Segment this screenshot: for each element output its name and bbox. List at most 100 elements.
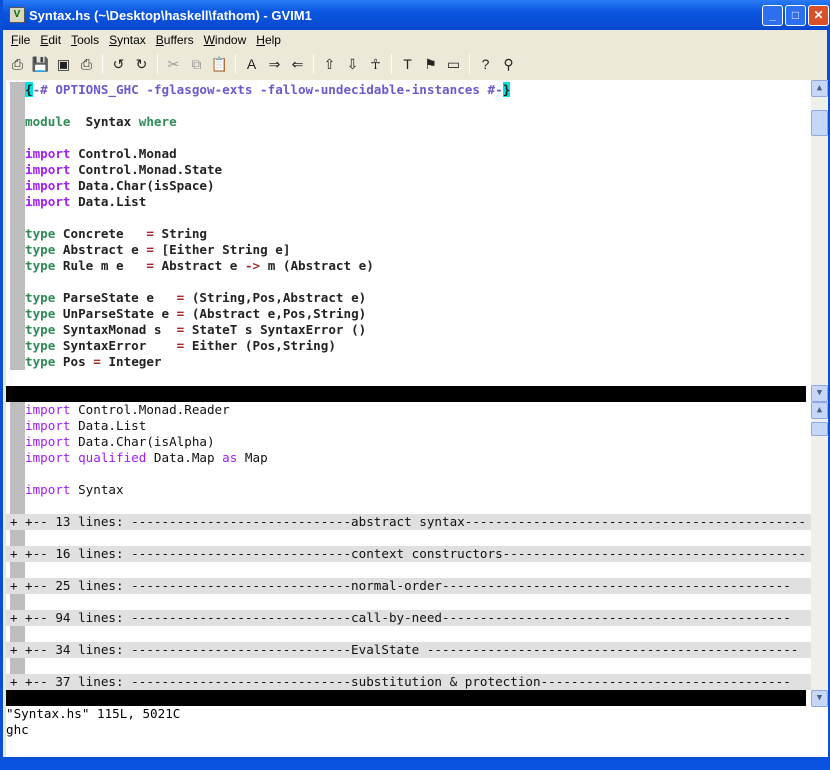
status-position: 12,8 (662, 722, 693, 737)
code-line: type SyntaxMonad s = StateT s SyntaxErro… (6, 322, 811, 338)
code-token: Data.List (70, 194, 147, 209)
code-token: -> (244, 258, 261, 273)
fold-line: + +-- 25 lines: -------------------------… (6, 578, 811, 594)
help-icon[interactable]: ? (474, 53, 497, 75)
find-next-icon[interactable]: ⇒ (263, 53, 286, 75)
code-token: Integer (100, 354, 162, 369)
code-token: (String,Pos,Abstract e) (184, 290, 367, 305)
maximize-button[interactable]: □ (785, 5, 806, 26)
scroll-up-icon[interactable]: ▲ (811, 80, 828, 97)
code-token: Data.Char(isSpace) (70, 178, 215, 193)
code-token: type (25, 242, 56, 257)
close-button[interactable]: ✕ (808, 5, 829, 26)
run-script-icon[interactable]: ☥ (364, 53, 387, 75)
menu-buffers[interactable]: Buffers (151, 33, 199, 47)
code-line: import Data.Char(isSpace) (6, 178, 811, 194)
scroll-down-icon[interactable]: ▼ (811, 385, 828, 402)
jump-tag-icon[interactable]: ▭ (442, 53, 465, 75)
code-token: = (146, 242, 154, 257)
save-all-icon[interactable]: ▣ (52, 53, 75, 75)
fold-marker-icon[interactable]: + (10, 578, 25, 594)
code-token: type (25, 354, 56, 369)
fold-marker-icon[interactable]: + (10, 642, 25, 658)
fold-marker-icon[interactable]: + (10, 674, 25, 690)
code-line: type UnParseState e = (Abstract e,Pos,St… (6, 306, 811, 322)
code-token: Syntax (70, 482, 124, 497)
code-token: m (Abstract e) (260, 258, 374, 273)
editor-area[interactable]: {-# OPTIONS_GHC -fglasgow-exts -fallow-u… (6, 80, 828, 757)
gvim-window: V Syntax.hs (~\Desktop\haskell\fathom) -… (0, 0, 830, 760)
fold-marker-icon[interactable]: + (10, 514, 25, 530)
code-token: import (25, 178, 71, 193)
fold-line: + +-- 94 lines: -------------------------… (6, 610, 811, 626)
code-line: type Concrete = String (6, 226, 811, 242)
paste-icon[interactable]: 📋 (208, 53, 231, 75)
fold-marker-icon[interactable]: + (10, 546, 25, 562)
toolbar-separator (235, 54, 236, 74)
build-tags-icon[interactable]: ⚑ (419, 53, 442, 75)
scroll-up-icon[interactable]: ▲ (811, 402, 828, 419)
code-token: (Abstract e,Pos,String) (184, 306, 367, 321)
code-line (6, 466, 811, 482)
top-scrollbar[interactable]: ▲ ▼ (811, 80, 828, 402)
status-scroll: 4% (790, 738, 806, 753)
code-token: type (25, 226, 56, 241)
menu-syntax[interactable]: Syntax (104, 33, 151, 47)
menu-edit[interactable]: Edit (35, 33, 66, 47)
code-token: { (25, 82, 33, 97)
code-token: Either (Pos,String) (184, 338, 336, 353)
code-line (6, 274, 811, 290)
code-line (6, 130, 811, 146)
code-token: import (25, 162, 71, 177)
code-token: [Either String e] (153, 242, 291, 257)
code-token: Syntax (70, 114, 139, 129)
toolbar-separator (102, 54, 103, 74)
find-help-icon[interactable]: ⚲ (497, 53, 520, 75)
replace-icon[interactable]: A (240, 53, 263, 75)
undo-icon[interactable]: ↺ (107, 53, 130, 75)
menu-help[interactable]: Help (251, 33, 286, 47)
code-token: = (146, 258, 154, 273)
scroll-down-icon[interactable]: ▼ (811, 690, 828, 707)
fold-text: +-- 25 lines: --------------------------… (25, 578, 791, 593)
scrollbar-thumb[interactable] (811, 110, 828, 136)
code-token: Data.Map (146, 450, 223, 465)
redo-icon[interactable]: ↻ (130, 53, 153, 75)
load-session-icon[interactable]: ⇧ (318, 53, 341, 75)
vim-app-icon: V (9, 7, 25, 23)
status-line-top: Syntax.hs 1,1 Top (6, 386, 806, 449)
code-line: import Control.Monad (6, 146, 811, 162)
fold-text: +-- 37 lines: --------------------------… (25, 674, 791, 689)
toolbar: ⎙ 💾 ▣ ⎙ ↺ ↻ ✂ ⧉ 📋 A ⇒ ⇐ ⇧ ⇩ ☥ T ⚑ ▭? ⚲ (6, 50, 520, 78)
copy-icon[interactable]: ⧉ (185, 53, 208, 75)
scrollbar-thumb[interactable] (811, 422, 828, 436)
cut-icon[interactable]: ✂ (162, 53, 185, 75)
code-token: import (25, 194, 71, 209)
code-token: Control.Monad.Reader (70, 402, 230, 417)
code-token: = (93, 354, 101, 369)
toolbar-separator (391, 54, 392, 74)
print-icon[interactable]: ⎙ (75, 53, 98, 75)
bottom-scrollbar[interactable]: ▲ ▼ (811, 402, 828, 707)
menu-tools[interactable]: Tools (66, 33, 104, 47)
command-line-input[interactable]: ghc (6, 722, 29, 738)
toolbar-separator (157, 54, 158, 74)
find-prev-icon[interactable]: ⇐ (286, 53, 309, 75)
bottom-window-fathom-hs[interactable]: import Control.Monad.Reader import Data.L… (6, 402, 811, 690)
code-token: type (25, 322, 56, 337)
top-window-syntax-hs[interactable]: {-# OPTIONS_GHC -fglasgow-exts -fallow-u… (6, 82, 811, 386)
toolbar-separator (469, 54, 470, 74)
save-session-icon[interactable]: ⇩ (341, 53, 364, 75)
fold-marker-icon[interactable]: + (10, 610, 25, 626)
open-icon[interactable]: ⎙ (6, 53, 29, 75)
minimize-button[interactable]: _ (762, 5, 783, 26)
code-token: Concrete (55, 226, 147, 241)
fold-text: +-- 16 lines: --------------------------… (25, 546, 806, 561)
save-icon[interactable]: 💾 (29, 53, 52, 75)
code-token: type (25, 338, 56, 353)
menu-file[interactable]: File (6, 33, 35, 47)
make-icon[interactable]: T (396, 53, 419, 75)
code-line: type ParseState e = (String,Pos,Abstract… (6, 290, 811, 306)
menu-window[interactable]: Window (199, 33, 252, 47)
code-token: Control.Monad (70, 146, 177, 161)
